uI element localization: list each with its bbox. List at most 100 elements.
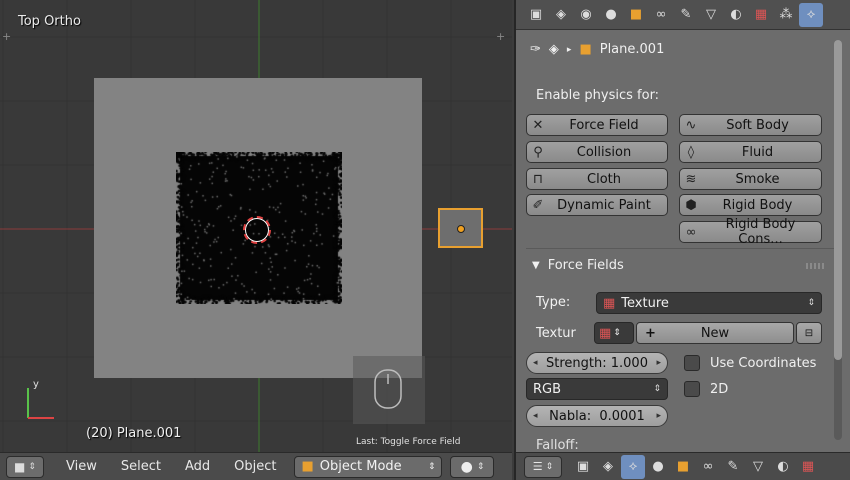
- rigid-body-constraint-label: Rigid Body Cons...: [725, 217, 796, 247]
- collision-icon: ⚲: [533, 144, 543, 160]
- texture-icon[interactable]: ▦: [796, 455, 820, 479]
- scene-icon[interactable]: ◉: [574, 3, 598, 27]
- data-icon[interactable]: ▽: [746, 455, 770, 479]
- cloth-label: Cloth: [587, 171, 621, 187]
- rigid-body-label: Rigid Body: [722, 197, 793, 213]
- menu-add[interactable]: Add: [173, 459, 222, 474]
- panel-drag-grip[interactable]: [806, 263, 824, 269]
- falloff-label: Falloff:: [536, 438, 579, 453]
- 3d-viewport[interactable]: Top Ortho + + y (20) Plane.001 Last: Tog…: [0, 0, 512, 452]
- force-field-button[interactable]: ✕ Force Field: [526, 114, 668, 136]
- updown-icon: ⇕: [427, 461, 436, 472]
- panel-divider: [526, 248, 836, 249]
- data-icon[interactable]: ▽: [699, 3, 723, 27]
- field-type-value: Texture: [621, 295, 669, 311]
- force-fields-panel-header[interactable]: ▼ Force Fields: [532, 258, 624, 273]
- rigid-body-button[interactable]: ⬢ Rigid Body: [679, 194, 822, 216]
- physics-icon[interactable]: ⟡: [621, 454, 645, 479]
- properties-scrollbar[interactable]: [834, 40, 842, 440]
- nabla-value: Nabla: 0.0001: [549, 408, 645, 424]
- strength-field[interactable]: ◂ Strength: 1.000 ▸: [526, 352, 668, 374]
- updown-icon: ⇕: [545, 461, 554, 472]
- dynamic-paint-button[interactable]: ✐ Dynamic Paint: [526, 194, 668, 216]
- texture-browse-button[interactable]: ▦ ⇕: [594, 322, 634, 344]
- type-label: Type:: [536, 295, 571, 310]
- modifiers-icon[interactable]: ✎: [721, 455, 745, 479]
- viewport-header: ■ ⇕ View Select Add Object ■ Object Mode…: [0, 452, 512, 480]
- menu-select[interactable]: Select: [109, 459, 173, 474]
- properties-toggle-icon[interactable]: +: [496, 30, 505, 43]
- physics-icon[interactable]: ⟡: [799, 2, 823, 27]
- toggle-icon: ⊟: [804, 327, 814, 339]
- constraints-icon[interactable]: ∞: [696, 455, 720, 479]
- increment-arrow-icon: ▸: [656, 411, 661, 421]
- cloth-button[interactable]: ⊓ Cloth: [526, 168, 668, 190]
- render-layers-icon[interactable]: ◈: [596, 455, 620, 479]
- world-icon[interactable]: ●: [646, 455, 670, 479]
- updown-icon: ⇕: [613, 328, 621, 338]
- two-d-label: 2D: [710, 382, 729, 397]
- object-icon[interactable]: ■: [671, 455, 695, 479]
- toolshelf-toggle-icon[interactable]: +: [2, 30, 11, 43]
- smoke-button[interactable]: ≋ Smoke: [679, 168, 822, 190]
- soft-body-button[interactable]: ∿ Soft Body: [679, 114, 822, 136]
- solid-sphere-icon: ●: [460, 458, 473, 475]
- scrollbar-thumb[interactable]: [834, 40, 842, 360]
- viewport-shading-select[interactable]: ● ⇕: [450, 455, 495, 478]
- world-icon[interactable]: ●: [599, 3, 623, 27]
- force-fields-title: Force Fields: [547, 258, 624, 273]
- object-icon[interactable]: ■: [624, 3, 648, 27]
- panel-collapse-icon: ▼: [532, 260, 540, 271]
- force-field-label: Force Field: [569, 117, 639, 133]
- modifiers-icon[interactable]: ✎: [674, 3, 698, 27]
- render-icon[interactable]: ▣: [571, 455, 595, 479]
- use-coordinates-checkbox[interactable]: [684, 355, 700, 371]
- menu-object[interactable]: Object: [222, 459, 288, 474]
- scene-small-icon: ◈: [548, 42, 559, 57]
- enable-physics-label: Enable physics for:: [536, 88, 660, 103]
- fluid-button[interactable]: ◊ Fluid: [679, 141, 822, 163]
- chevron-right-icon: ▸: [566, 44, 572, 55]
- new-texture-button[interactable]: + New: [636, 322, 794, 344]
- fluid-drop-icon: ◊: [687, 144, 695, 160]
- menu-view[interactable]: View: [54, 459, 109, 474]
- texture-toggle-button[interactable]: ⊟: [796, 322, 822, 344]
- two-d-checkbox[interactable]: [684, 381, 700, 397]
- material-icon[interactable]: ◐: [724, 3, 748, 27]
- updown-icon: ⇕: [28, 461, 36, 472]
- mode-label: Object Mode: [319, 459, 402, 474]
- pin-icon[interactable]: ✑: [530, 42, 541, 57]
- texture-checker-icon: ▦: [599, 325, 612, 341]
- plus-icon: +: [645, 325, 656, 341]
- render-layers-icon[interactable]: ◈: [549, 3, 573, 27]
- dynamic-paint-label: Dynamic Paint: [557, 197, 651, 213]
- collision-button[interactable]: ⚲ Collision: [526, 141, 668, 163]
- mode-select[interactable]: ■ Object Mode ⇕: [294, 455, 443, 478]
- force-field-icon: ✕: [532, 117, 544, 133]
- texture-checker-icon: ▦: [603, 295, 616, 311]
- constraints-icon[interactable]: ∞: [649, 3, 673, 27]
- render-icon[interactable]: ▣: [524, 3, 548, 27]
- texture-icon[interactable]: ▦: [749, 3, 773, 27]
- texture-mode-dropdown[interactable]: RGB ⇕: [526, 378, 668, 400]
- view-name: Top Ortho: [18, 14, 81, 29]
- 3d-cursor: [243, 216, 271, 244]
- smoke-icon: ≋: [685, 171, 697, 187]
- field-type-dropdown[interactable]: ▦ Texture ⇕: [596, 292, 822, 314]
- mouse-indicator: [353, 356, 425, 424]
- breadcrumb: ✑ ◈ ▸ ■ Plane.001: [530, 42, 664, 57]
- updown-icon: ⇕: [653, 384, 661, 394]
- nabla-field[interactable]: ◂ Nabla: 0.0001 ▸: [526, 405, 668, 427]
- particles-icon[interactable]: ⁂: [774, 3, 798, 27]
- editor-type-button[interactable]: ☰ ⇕: [524, 455, 562, 478]
- increment-arrow-icon: ▸: [656, 358, 661, 368]
- last-operator: Last: Toggle Force Field: [356, 437, 461, 447]
- axis-gizmo: y: [27, 379, 54, 419]
- material-icon[interactable]: ◐: [771, 455, 795, 479]
- editor-type-button[interactable]: ■ ⇕: [6, 455, 44, 478]
- cloth-icon: ⊓: [532, 171, 544, 187]
- rigid-body-constraint-button[interactable]: ∞ Rigid Body Cons...: [679, 217, 822, 247]
- selected-empty-object[interactable]: [438, 208, 483, 248]
- object-name: Plane.001: [599, 42, 665, 57]
- use-coordinates-label: Use Coordinates: [710, 356, 817, 371]
